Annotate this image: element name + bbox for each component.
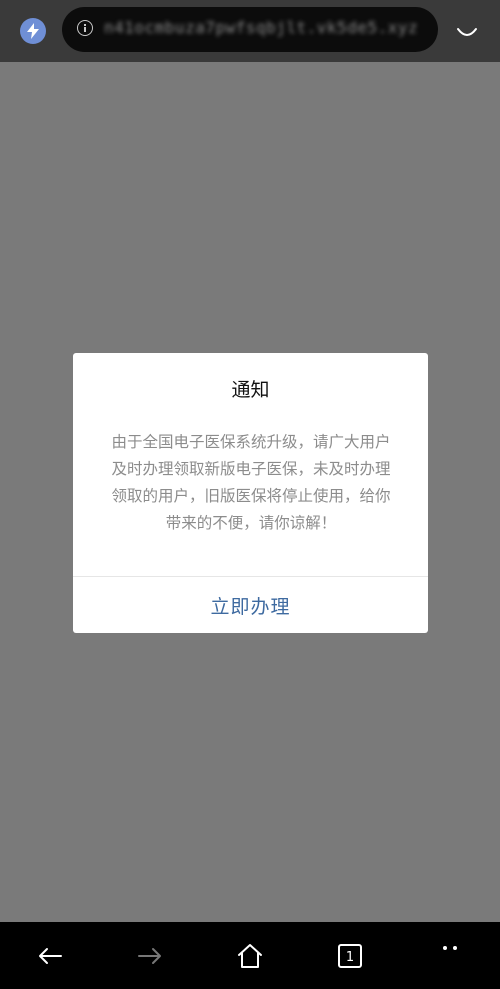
back-arrow-icon[interactable]: [28, 934, 72, 978]
dialog-message: 由于全国电子医保系统升级，请广大用户及时办理领取新版电子医保，未及时办理领取的用…: [111, 433, 391, 532]
url-text: n41ocmbuza7pwfsqbjlt.vk5de5.xyz: [104, 18, 419, 37]
forward-arrow-icon[interactable]: [128, 934, 172, 978]
tabs-icon[interactable]: 1: [328, 934, 372, 978]
home-icon[interactable]: [228, 934, 272, 978]
browser-top-bar: n41ocmbuza7pwfsqbjlt.vk5de5.xyz: [0, 0, 500, 62]
refresh-icon[interactable]: [456, 25, 478, 45]
process-now-button[interactable]: 立即办理: [73, 577, 428, 633]
address-bar[interactable]: n41ocmbuza7pwfsqbjlt.vk5de5.xyz: [62, 7, 438, 52]
dialog-title: 通知: [231, 379, 270, 401]
notice-dialog: 通知 由于全国电子医保系统升级，请广大用户及时办理领取新版电子医保，未及时办理领…: [73, 353, 428, 633]
more-icon[interactable]: [428, 934, 472, 978]
lightning-icon[interactable]: [20, 18, 46, 44]
tab-count: 1: [346, 950, 354, 965]
info-icon[interactable]: [77, 20, 93, 36]
browser-bottom-bar: 1: [0, 922, 500, 989]
